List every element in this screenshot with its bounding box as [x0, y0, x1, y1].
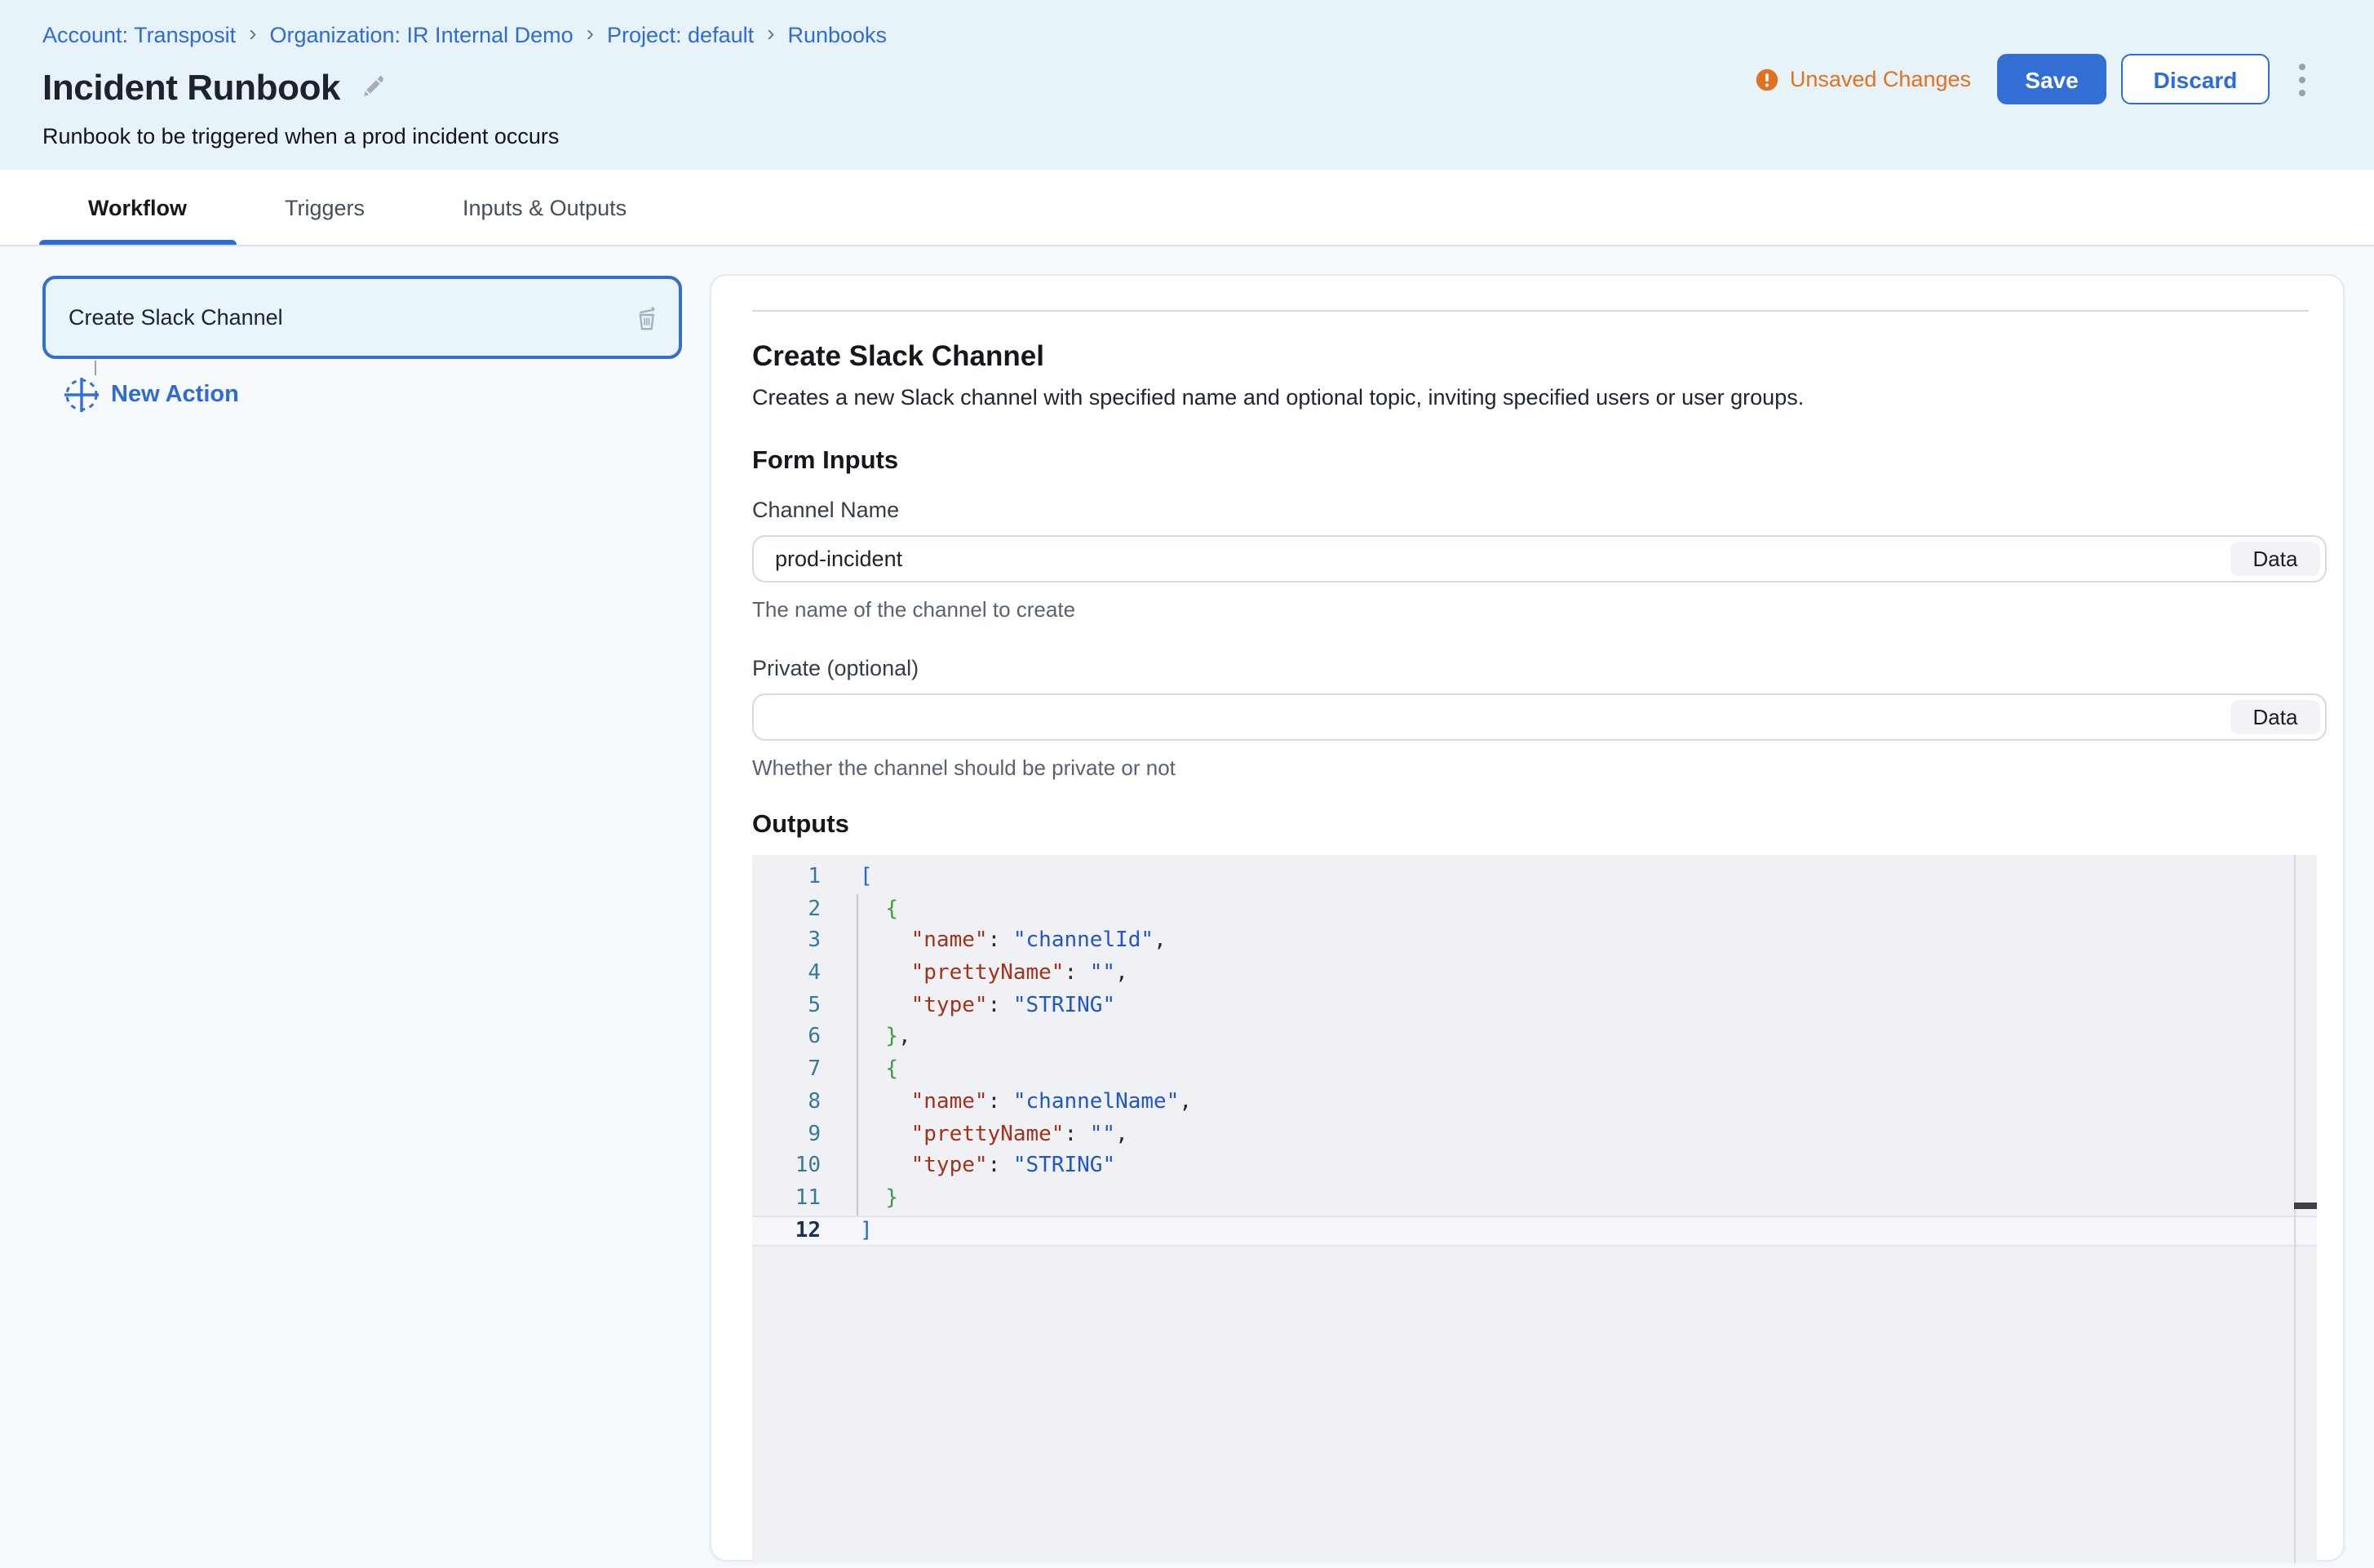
breadcrumb-separator-icon: ›	[249, 20, 256, 46]
more-options-kebab-icon[interactable]	[2288, 54, 2317, 104]
unsaved-changes-badge: Unsaved Changes	[1756, 67, 1971, 91]
editor-ruler-line	[2294, 855, 2296, 1563]
content-area: Create Slack Channel New Action	[0, 246, 2374, 1568]
action-detail-description: Creates a new Slack channel with specifi…	[752, 385, 2328, 410]
header-actions: Unsaved Changes Save Discard	[1756, 54, 2317, 104]
indent-guide-line	[857, 893, 858, 1215]
tab-workflow-label: Workflow	[88, 195, 187, 219]
delete-action-trash-icon[interactable]	[635, 304, 659, 330]
outputs-editor[interactable]: 1[2 {3 "name": "channelId",4 "prettyName…	[752, 855, 2317, 1563]
private-input[interactable]	[752, 693, 2327, 741]
code-line-7: 7 {	[752, 1054, 2317, 1086]
step-connector-line	[95, 361, 96, 375]
editor-scrollbar-thumb[interactable]	[2294, 1203, 2317, 1209]
edit-title-pencil-icon[interactable]	[361, 75, 384, 106]
code-line-6: 6 },	[752, 1022, 2317, 1054]
tab-inputs-outputs-label: Inputs & Outputs	[463, 195, 627, 219]
channel-name-help: The name of the channel to create	[752, 597, 2328, 622]
action-detail-panel: Create Slack Channel Creates a new Slack…	[710, 274, 2345, 1561]
app-root: Account: Transposit › Organization: IR I…	[0, 0, 2374, 1568]
code-line-2: 2 {	[752, 893, 2317, 925]
code-rows: 1[2 {3 "name": "channelId",4 "prettyName…	[752, 855, 2317, 1247]
code-line-9: 9 "prettyName": "",	[752, 1118, 2317, 1150]
page-subtitle: Runbook to be triggered when a prod inci…	[42, 124, 2374, 148]
action-card-create-slack-channel[interactable]: Create Slack Channel	[42, 276, 682, 359]
save-button[interactable]: Save	[1997, 54, 2106, 104]
code-line-3: 3 "name": "channelId",	[752, 926, 2317, 958]
code-line-11: 11 }	[752, 1183, 2317, 1215]
code-line-1: 1[	[752, 862, 2317, 893]
workflow-steps-panel: Create Slack Channel New Action	[0, 246, 710, 414]
new-action-button[interactable]: New Action	[64, 375, 682, 414]
unsaved-changes-label: Unsaved Changes	[1790, 67, 1971, 91]
page-header: Account: Transposit › Organization: IR I…	[0, 0, 2374, 170]
channel-name-input-wrap: Data	[752, 535, 2327, 582]
code-line-12: 12]	[752, 1215, 2317, 1247]
breadcrumb-project[interactable]: Project: default	[607, 22, 754, 47]
active-tab-underline	[39, 239, 236, 245]
private-help: Whether the channel should be private or…	[752, 755, 2328, 780]
code-line-10: 10 "type": "STRING"	[752, 1150, 2317, 1182]
page-title: Incident Runbook	[42, 67, 340, 109]
breadcrumb-account[interactable]: Account: Transposit	[42, 22, 236, 47]
action-card-label: Create Slack Channel	[69, 305, 635, 330]
tab-bar: Workflow Triggers Inputs & Outputs	[0, 170, 2374, 246]
tab-workflow[interactable]: Workflow	[39, 170, 236, 245]
breadcrumb-separator-icon: ›	[767, 20, 774, 46]
outputs-heading: Outputs	[752, 811, 2328, 840]
tab-triggers[interactable]: Triggers	[236, 170, 414, 245]
channel-name-label: Channel Name	[752, 498, 2328, 522]
discard-button[interactable]: Discard	[2121, 54, 2270, 104]
warning-icon	[1756, 68, 1778, 91]
code-line-8: 8 "name": "channelName",	[752, 1087, 2317, 1118]
code-line-5: 5 "type": "STRING"	[752, 990, 2317, 1022]
breadcrumb-organization[interactable]: Organization: IR Internal Demo	[269, 22, 573, 47]
tab-triggers-label: Triggers	[285, 195, 365, 219]
plus-circle-icon	[64, 375, 100, 414]
new-action-label: New Action	[111, 382, 239, 408]
private-label: Private (optional)	[752, 656, 2328, 680]
breadcrumb-separator-icon: ›	[587, 20, 594, 46]
channel-name-input[interactable]	[752, 535, 2327, 582]
action-detail-title: Create Slack Channel	[752, 339, 2328, 374]
detail-top-divider	[752, 310, 2309, 312]
code-line-4: 4 "prettyName": "",	[752, 958, 2317, 990]
private-input-wrap: Data	[752, 693, 2327, 741]
form-inputs-heading: Form Inputs	[752, 447, 2328, 476]
private-data-button[interactable]: Data	[2230, 700, 2320, 734]
breadcrumb: Account: Transposit › Organization: IR I…	[42, 21, 2374, 47]
channel-name-data-button[interactable]: Data	[2230, 542, 2320, 576]
breadcrumb-runbooks[interactable]: Runbooks	[787, 22, 887, 47]
tab-inputs-outputs[interactable]: Inputs & Outputs	[414, 170, 675, 245]
